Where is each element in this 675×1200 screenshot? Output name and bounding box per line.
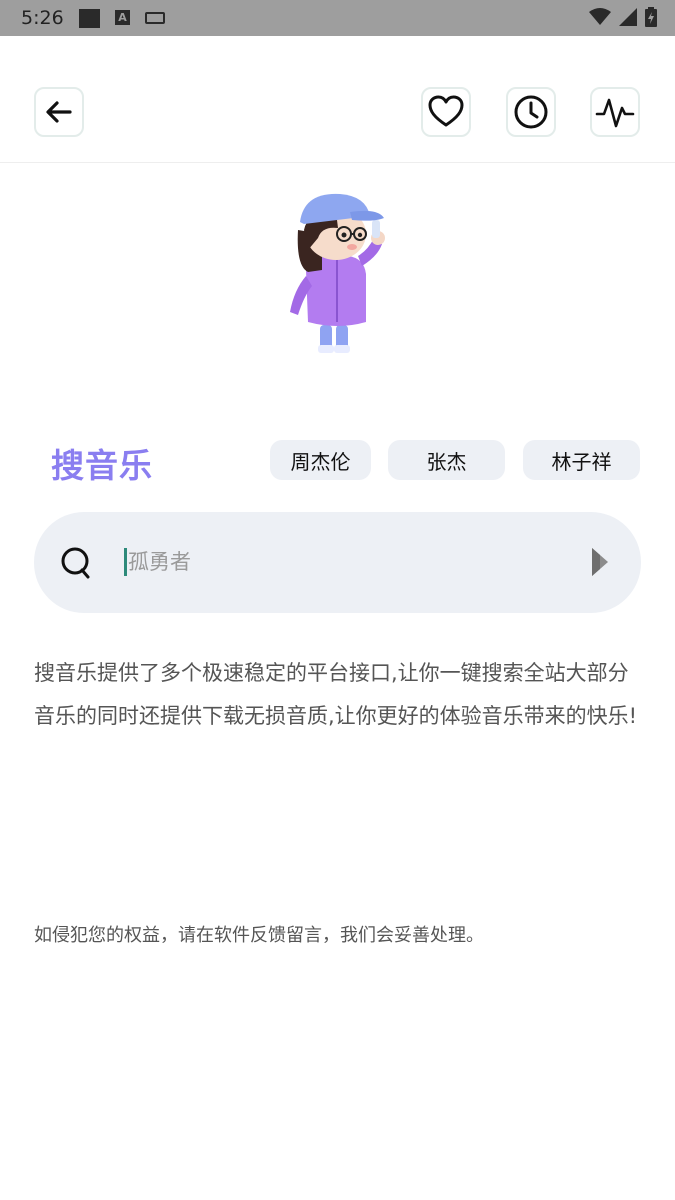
history-button[interactable] [506, 87, 556, 137]
status-time: 5:26 [21, 7, 64, 29]
page-title: 搜音乐 [51, 446, 153, 485]
text-cursor [124, 548, 127, 576]
wifi-icon [589, 8, 611, 25]
heart-icon [428, 95, 464, 127]
status-bar: 5:26 A [0, 0, 675, 36]
waveform-icon [595, 98, 635, 128]
hot-tag-chip[interactable]: 张杰 [388, 440, 505, 480]
signal-icon [619, 8, 637, 26]
mascot-illustration [290, 193, 385, 353]
play-search-icon[interactable] [590, 546, 612, 578]
top-bar [0, 36, 675, 163]
clock-icon [514, 95, 548, 129]
notification-square-icon [79, 9, 100, 28]
keyboard-icon [145, 12, 165, 24]
favorite-button[interactable] [421, 87, 471, 137]
copyright-notice: 如侵犯您的权益，请在软件反馈留言，我们会妥善处理。 [34, 925, 484, 946]
hot-tag-chip[interactable]: 周杰伦 [270, 440, 371, 480]
a-icon: A [115, 10, 130, 25]
back-button[interactable] [34, 87, 84, 137]
description-text: 搜音乐提供了多个极速稳定的平台接口,让你一键搜索全站大部分音乐的同时还提供下载无… [34, 661, 638, 728]
hot-tag-chip[interactable]: 林子祥 [523, 440, 640, 480]
search-input[interactable] [128, 542, 568, 582]
activity-button[interactable] [590, 87, 640, 137]
search-box [34, 512, 641, 613]
back-arrow-icon [46, 101, 72, 123]
search-icon[interactable] [60, 546, 92, 580]
battery-icon [645, 7, 657, 27]
